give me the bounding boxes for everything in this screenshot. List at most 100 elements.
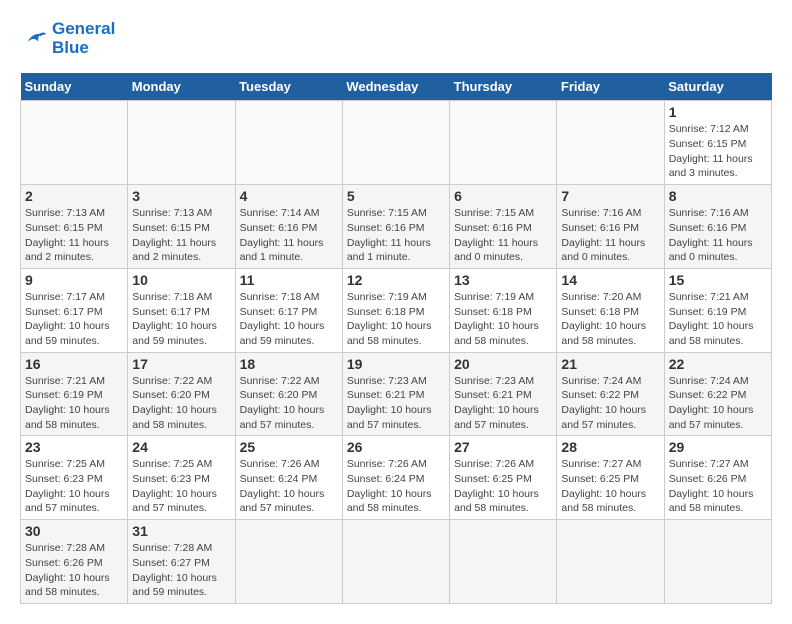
calendar-day: 29 Sunrise: 7:27 AMSunset: 6:26 PMDayligh… — [664, 436, 771, 520]
day-info: Sunrise: 7:19 AMSunset: 6:18 PMDaylight:… — [347, 290, 445, 349]
calendar-empty-day — [21, 101, 128, 185]
day-number: 4 — [240, 188, 338, 204]
day-number: 24 — [132, 439, 230, 455]
day-info: Sunrise: 7:15 AMSunset: 6:16 PMDaylight:… — [454, 206, 552, 265]
day-info: Sunrise: 7:23 AMSunset: 6:21 PMDaylight:… — [454, 374, 552, 433]
day-info: Sunrise: 7:15 AMSunset: 6:16 PMDaylight:… — [347, 206, 445, 265]
calendar-day: 16 Sunrise: 7:21 AMSunset: 6:19 PMDayligh… — [21, 352, 128, 436]
calendar-day: 2 Sunrise: 7:13 AMSunset: 6:15 PMDaylight… — [21, 185, 128, 269]
calendar-day: 22 Sunrise: 7:24 AMSunset: 6:22 PMDayligh… — [664, 352, 771, 436]
day-number: 9 — [25, 272, 123, 288]
day-number: 17 — [132, 356, 230, 372]
weekday-header: Tuesday — [235, 73, 342, 101]
calendar-empty-day — [450, 101, 557, 185]
day-number: 27 — [454, 439, 552, 455]
calendar-empty-day — [557, 520, 664, 604]
calendar-empty-day — [235, 101, 342, 185]
calendar-day: 20Sunrise: 7:23 AMSunset: 6:21 PMDayligh… — [450, 352, 557, 436]
calendar-day: 27 Sunrise: 7:26 AMSunset: 6:25 PMDayligh… — [450, 436, 557, 520]
calendar-day: 14 Sunrise: 7:20 AMSunset: 6:18 PMDayligh… — [557, 268, 664, 352]
day-number: 6 — [454, 188, 552, 204]
day-number: 22 — [669, 356, 767, 372]
day-number: 25 — [240, 439, 338, 455]
day-number: 23 — [25, 439, 123, 455]
day-info: Sunrise: 7:26 AMSunset: 6:25 PMDaylight:… — [454, 457, 552, 516]
day-number: 10 — [132, 272, 230, 288]
day-info: Sunrise: 7:18 AMSunset: 6:17 PMDaylight:… — [132, 290, 230, 349]
calendar-week-row: 16 Sunrise: 7:21 AMSunset: 6:19 PMDayligh… — [21, 352, 772, 436]
calendar-week-row: 30 Sunrise: 7:28 AMSunset: 6:26 PMDayligh… — [21, 520, 772, 604]
calendar-week-row: 2 Sunrise: 7:13 AMSunset: 6:15 PMDaylight… — [21, 185, 772, 269]
calendar-day: 17 Sunrise: 7:22 AMSunset: 6:20 PMDayligh… — [128, 352, 235, 436]
day-number: 14 — [561, 272, 659, 288]
day-info: Sunrise: 7:12 AMSunset: 6:15 PMDaylight:… — [669, 122, 767, 181]
calendar-day: 10 Sunrise: 7:18 AMSunset: 6:17 PMDayligh… — [128, 268, 235, 352]
weekday-header: Thursday — [450, 73, 557, 101]
day-info: Sunrise: 7:28 AMSunset: 6:27 PMDaylight:… — [132, 541, 230, 600]
day-info: Sunrise: 7:25 AMSunset: 6:23 PMDaylight:… — [25, 457, 123, 516]
logo-icon — [20, 25, 48, 53]
calendar-day: 3Sunrise: 7:13 AMSunset: 6:15 PMDaylight… — [128, 185, 235, 269]
calendar-table: SundayMondayTuesdayWednesdayThursdayFrid… — [20, 73, 772, 604]
day-info: Sunrise: 7:21 AMSunset: 6:19 PMDaylight:… — [25, 374, 123, 433]
calendar-empty-day — [128, 101, 235, 185]
day-info: Sunrise: 7:18 AMSunset: 6:17 PMDaylight:… — [240, 290, 338, 349]
day-info: Sunrise: 7:20 AMSunset: 6:18 PMDaylight:… — [561, 290, 659, 349]
day-info: Sunrise: 7:13 AMSunset: 6:15 PMDaylight:… — [25, 206, 123, 265]
weekday-header: Wednesday — [342, 73, 449, 101]
day-number: 15 — [669, 272, 767, 288]
calendar-day: 9Sunrise: 7:17 AMSunset: 6:17 PMDaylight… — [21, 268, 128, 352]
weekday-header: Monday — [128, 73, 235, 101]
day-number: 2 — [25, 188, 123, 204]
day-info: Sunrise: 7:27 AMSunset: 6:25 PMDaylight:… — [561, 457, 659, 516]
day-info: Sunrise: 7:24 AMSunset: 6:22 PMDaylight:… — [669, 374, 767, 433]
day-number: 29 — [669, 439, 767, 455]
calendar-day: 1Sunrise: 7:12 AMSunset: 6:15 PMDaylight… — [664, 101, 771, 185]
day-number: 13 — [454, 272, 552, 288]
day-info: Sunrise: 7:16 AMSunset: 6:16 PMDaylight:… — [669, 206, 767, 265]
day-info: Sunrise: 7:26 AMSunset: 6:24 PMDaylight:… — [240, 457, 338, 516]
calendar-day: 30 Sunrise: 7:28 AMSunset: 6:26 PMDayligh… — [21, 520, 128, 604]
day-info: Sunrise: 7:22 AMSunset: 6:20 PMDaylight:… — [132, 374, 230, 433]
day-info: Sunrise: 7:26 AMSunset: 6:24 PMDaylight:… — [347, 457, 445, 516]
weekday-header: Friday — [557, 73, 664, 101]
calendar-week-row: 1Sunrise: 7:12 AMSunset: 6:15 PMDaylight… — [21, 101, 772, 185]
day-number: 11 — [240, 272, 338, 288]
calendar-day: 24 Sunrise: 7:25 AMSunset: 6:23 PMDayligh… — [128, 436, 235, 520]
calendar-day: 26Sunrise: 7:26 AMSunset: 6:24 PMDayligh… — [342, 436, 449, 520]
calendar-empty-day — [450, 520, 557, 604]
calendar-day: 6 Sunrise: 7:15 AMSunset: 6:16 PMDaylight… — [450, 185, 557, 269]
weekday-header: Saturday — [664, 73, 771, 101]
day-info: Sunrise: 7:25 AMSunset: 6:23 PMDaylight:… — [132, 457, 230, 516]
day-info: Sunrise: 7:14 AMSunset: 6:16 PMDaylight:… — [240, 206, 338, 265]
calendar-week-row: 9Sunrise: 7:17 AMSunset: 6:17 PMDaylight… — [21, 268, 772, 352]
weekday-header: Sunday — [21, 73, 128, 101]
day-info: Sunrise: 7:21 AMSunset: 6:19 PMDaylight:… — [669, 290, 767, 349]
day-info: Sunrise: 7:24 AMSunset: 6:22 PMDaylight:… — [561, 374, 659, 433]
day-info: Sunrise: 7:22 AMSunset: 6:20 PMDaylight:… — [240, 374, 338, 433]
day-info: Sunrise: 7:16 AMSunset: 6:16 PMDaylight:… — [561, 206, 659, 265]
day-number: 19 — [347, 356, 445, 372]
day-number: 12 — [347, 272, 445, 288]
day-number: 30 — [25, 523, 123, 539]
calendar-day: 11 Sunrise: 7:18 AMSunset: 6:17 PMDayligh… — [235, 268, 342, 352]
calendar-day: 23 Sunrise: 7:25 AMSunset: 6:23 PMDayligh… — [21, 436, 128, 520]
calendar-empty-day — [342, 520, 449, 604]
day-info: Sunrise: 7:27 AMSunset: 6:26 PMDaylight:… — [669, 457, 767, 516]
calendar-day: 19 Sunrise: 7:23 AMSunset: 6:21 PMDayligh… — [342, 352, 449, 436]
calendar-day: 18Sunrise: 7:22 AMSunset: 6:20 PMDayligh… — [235, 352, 342, 436]
calendar-empty-day — [557, 101, 664, 185]
day-number: 8 — [669, 188, 767, 204]
calendar-day: 21 Sunrise: 7:24 AMSunset: 6:22 PMDayligh… — [557, 352, 664, 436]
logo-text: General — [52, 20, 115, 39]
calendar-day: 12 Sunrise: 7:19 AMSunset: 6:18 PMDayligh… — [342, 268, 449, 352]
calendar-day: 28Sunrise: 7:27 AMSunset: 6:25 PMDayligh… — [557, 436, 664, 520]
logo-subtext: Blue — [52, 39, 115, 58]
day-number: 21 — [561, 356, 659, 372]
logo: General Blue — [20, 20, 115, 57]
day-info: Sunrise: 7:23 AMSunset: 6:21 PMDaylight:… — [347, 374, 445, 433]
page-header: General Blue — [20, 20, 772, 57]
day-number: 16 — [25, 356, 123, 372]
day-info: Sunrise: 7:28 AMSunset: 6:26 PMDaylight:… — [25, 541, 123, 600]
calendar-day: 25 Sunrise: 7:26 AMSunset: 6:24 PMDayligh… — [235, 436, 342, 520]
